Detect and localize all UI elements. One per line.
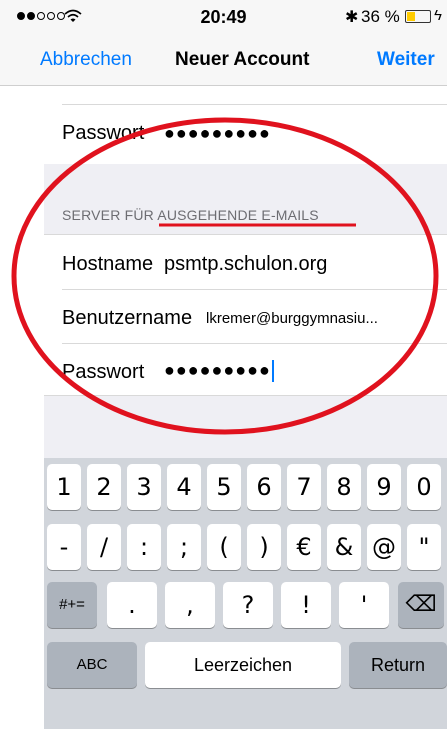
key-punct-0[interactable]: . <box>107 582 157 628</box>
outgoing-server-group: Hostname psmtp.schulon.org Benutzername … <box>44 234 447 396</box>
incoming-password-field[interactable]: ●●●●●●●●● <box>164 123 271 144</box>
key-symbol-1[interactable]: / <box>87 524 121 570</box>
key-digit-9[interactable]: 0 <box>407 464 441 510</box>
key-space[interactable]: Leerzeichen <box>145 642 341 688</box>
key-digit-4[interactable]: 5 <box>207 464 241 510</box>
key-symbol-9[interactable]: " <box>407 524 441 570</box>
incoming-password-row[interactable]: Passwort ●●●●●●●●● <box>44 86 447 164</box>
key-symbol-2[interactable]: : <box>127 524 161 570</box>
outgoing-password-field[interactable]: ●●●●●●●●● <box>164 360 274 383</box>
hostname-field[interactable]: psmtp.schulon.org <box>164 253 327 276</box>
incoming-password-label: Passwort <box>62 122 145 144</box>
key-symbol-6[interactable]: € <box>287 524 321 570</box>
key-digit-3[interactable]: 4 <box>167 464 201 510</box>
key-digit-6[interactable]: 7 <box>287 464 321 510</box>
key-more-symbols[interactable]: #+= <box>47 582 97 628</box>
status-bar: 20:49 ✱ 36 % ϟ <box>0 0 447 36</box>
username-field[interactable]: lkremer@burggymnasiu... <box>206 310 378 327</box>
text-cursor <box>271 360 274 383</box>
key-return[interactable]: Return <box>349 642 447 688</box>
key-digit-0[interactable]: 1 <box>47 464 81 510</box>
key-digit-2[interactable]: 3 <box>127 464 161 510</box>
key-punct-3[interactable]: ! <box>281 582 331 628</box>
key-symbol-7[interactable]: & <box>327 524 361 570</box>
account-form: Passwort ●●●●●●●●● SERVER FÜR AUSGEHENDE… <box>44 86 447 486</box>
outgoing-section-header: SERVER FÜR AUSGEHENDE E-MAILS <box>62 207 319 223</box>
charging-icon: ϟ <box>434 7 442 24</box>
divider <box>62 104 447 105</box>
key-symbol-0[interactable]: - <box>47 524 81 570</box>
key-symbol-4[interactable]: ( <box>207 524 241 570</box>
battery-percentage: 36 % <box>361 7 400 26</box>
divider <box>62 289 447 290</box>
next-button[interactable]: Weiter <box>377 49 435 71</box>
cancel-button[interactable]: Abbrechen <box>40 49 132 71</box>
hostname-label: Hostname <box>62 253 154 275</box>
battery-level <box>407 12 415 21</box>
key-punct-1[interactable]: , <box>165 582 215 628</box>
key-symbol-8[interactable]: @ <box>367 524 401 570</box>
battery-icon <box>405 10 431 23</box>
key-punct-2[interactable]: ? <box>223 582 273 628</box>
key-abc[interactable]: ABC <box>47 642 137 688</box>
keyboard: 1234567890 - /:;() € & @ " #+= .,?! ' ⌫ ABC Le… <box>44 458 447 729</box>
key-symbol-5[interactable]: ) <box>247 524 281 570</box>
navigation-bar: Abbrechen Neuer Account Weiter <box>0 36 447 86</box>
key-digit-5[interactable]: 6 <box>247 464 281 510</box>
key-symbol-3[interactable]: ; <box>167 524 201 570</box>
outgoing-password-label: Passwort <box>62 361 145 383</box>
username-label: Benutzername <box>62 307 193 329</box>
page-title: Neuer Account <box>175 49 310 70</box>
key-punct-4[interactable]: ' <box>339 582 389 628</box>
key-digit-1[interactable]: 2 <box>87 464 121 510</box>
key-digit-8[interactable]: 9 <box>367 464 401 510</box>
bluetooth-icon: ✱ <box>345 9 359 26</box>
key-digit-7[interactable]: 8 <box>327 464 361 510</box>
delete-key-icon[interactable]: ⌫ <box>398 582 444 628</box>
divider <box>62 343 447 344</box>
